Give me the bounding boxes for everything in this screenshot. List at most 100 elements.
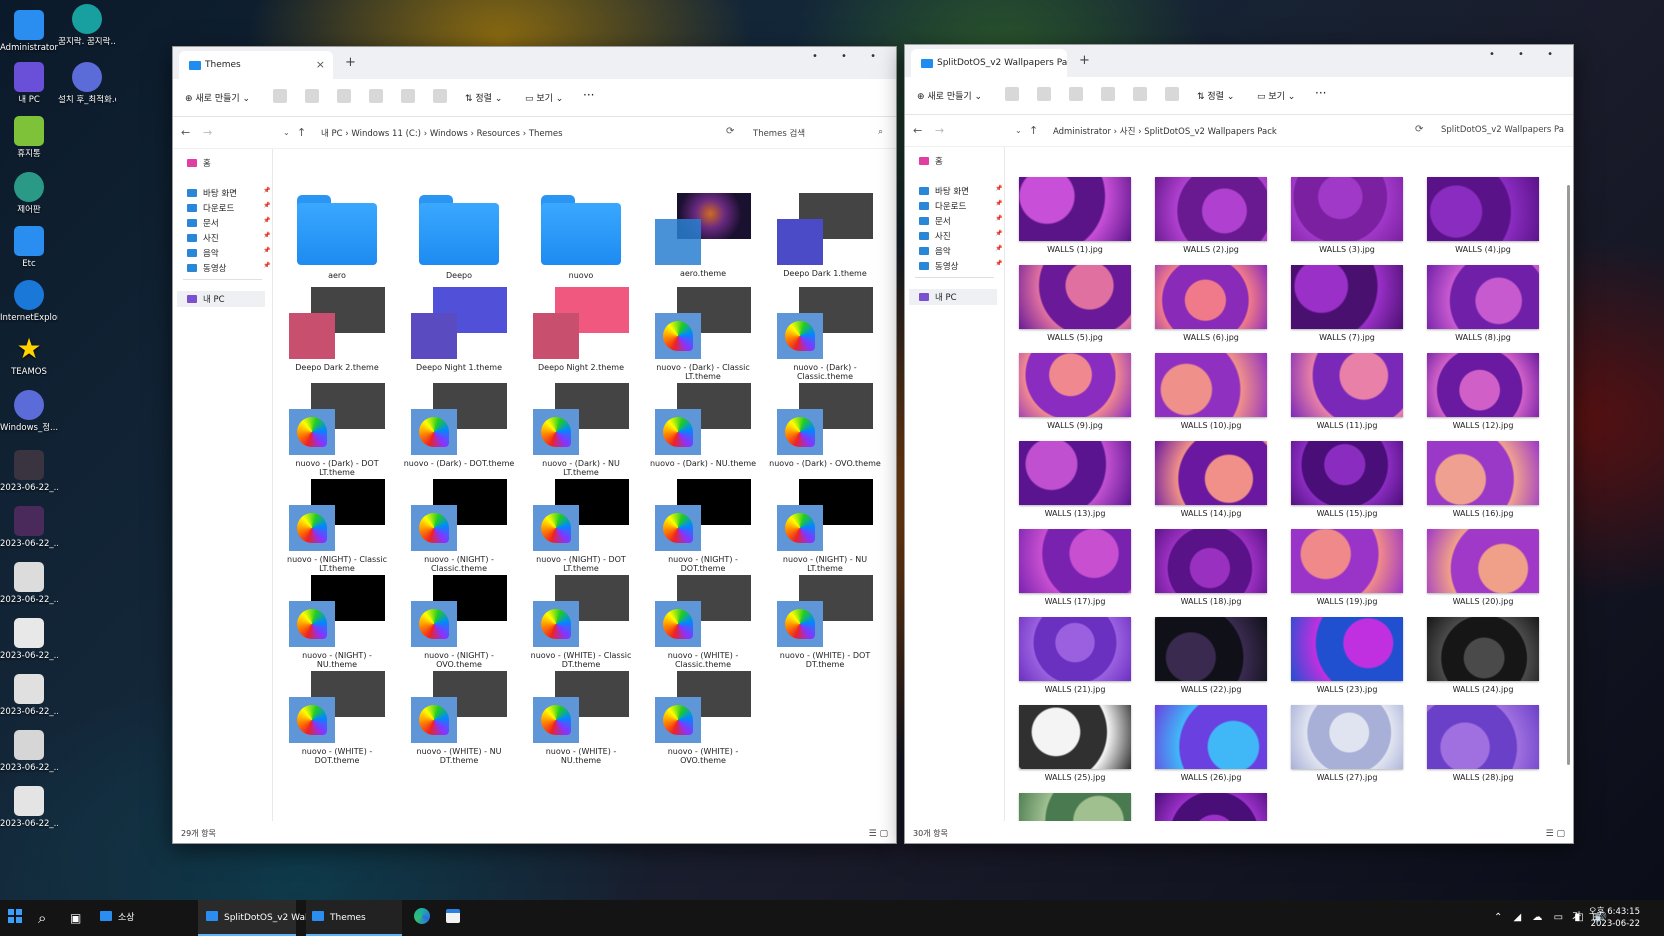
view-button[interactable]: ▭ 보기 ⌄: [525, 91, 563, 104]
theme-file-item[interactable]: nuovo - (Dark) - NU LT.theme: [525, 383, 637, 477]
desktop-icon[interactable]: InternetExplor...: [0, 280, 58, 323]
close-tab-icon[interactable]: ×: [316, 58, 325, 71]
image-file-item[interactable]: WALLS (7).jpg: [1289, 265, 1405, 342]
up-icon[interactable]: ↑: [1029, 124, 1038, 137]
desktop-icon[interactable]: Administrator: [0, 10, 58, 53]
tab-wallpapers[interactable]: SplitDotOS_v2 Wallpapers Pac: [911, 49, 1067, 77]
theme-file-item[interactable]: nuovo - (Dark) - Classic.theme: [769, 287, 881, 381]
share-icon[interactable]: [401, 89, 415, 103]
theme-file-item[interactable]: Deepo Dark 1.theme: [769, 193, 881, 278]
store-icon[interactable]: [446, 900, 460, 936]
search-icon[interactable]: ⌕: [38, 900, 46, 936]
desktop-icon[interactable]: 내 PC: [0, 62, 58, 105]
desktop-icon[interactable]: 휴지통: [0, 116, 58, 159]
theme-file-item[interactable]: nuovo - (WHITE) - OVO.theme: [647, 671, 759, 765]
desktop-icon[interactable]: 2023-06-22_...: [0, 450, 58, 493]
image-file-item[interactable]: WALLS (23).jpg: [1289, 617, 1405, 694]
theme-file-item[interactable]: nuovo - (NIGHT) - DOT LT.theme: [525, 479, 637, 573]
theme-file-item[interactable]: Deepo Night 1.theme: [403, 287, 515, 372]
new-button[interactable]: ⊕ 새로 만들기 ⌄: [917, 89, 982, 102]
sidebar-item[interactable]: 동영상 📌: [187, 262, 270, 274]
theme-file-item[interactable]: nuovo - (Dark) - DOT LT.theme: [281, 383, 393, 477]
image-file-item[interactable]: WALLS (12).jpg: [1425, 353, 1541, 430]
theme-file-item[interactable]: nuovo - (WHITE) - NU.theme: [525, 671, 637, 765]
rename-icon[interactable]: [369, 89, 383, 103]
breadcrumb-item[interactable]: 사진: [1120, 127, 1136, 137]
theme-file-item[interactable]: nuovo - (Dark) - DOT.theme: [403, 383, 515, 468]
sidebar-item[interactable]: 문서 📌: [187, 217, 270, 229]
theme-file-item[interactable]: Deepo Night 2.theme: [525, 287, 637, 372]
back-icon[interactable]: ←: [181, 126, 190, 139]
image-file-item[interactable]: WALLS (1).jpg: [1017, 177, 1133, 254]
sidebar-item[interactable]: 내 PC: [177, 291, 265, 307]
view-button[interactable]: ▭ 보기 ⌄: [1257, 89, 1295, 102]
search-input[interactable]: Themes 검색 ⌕: [753, 127, 883, 139]
clock[interactable]: 오후 6:43:15 2023-06-22: [1589, 906, 1640, 930]
vertical-scrollbar[interactable]: [1567, 185, 1570, 765]
back-icon[interactable]: ←: [913, 124, 922, 137]
breadcrumb-item[interactable]: Windows 11 (C:): [351, 129, 421, 139]
image-file-item[interactable]: WALLS (5).jpg: [1017, 265, 1133, 342]
image-file-item[interactable]: WALLS (22).jpg: [1153, 617, 1269, 694]
window-controls[interactable]: • • •: [1489, 49, 1563, 60]
folder-item[interactable]: nuovo: [525, 193, 637, 280]
theme-file-item[interactable]: nuovo - (WHITE) - DOT.theme: [281, 671, 393, 765]
breadcrumb-item[interactable]: Windows: [430, 129, 468, 139]
desktop-icon[interactable]: 제어판: [0, 172, 58, 215]
image-file-item[interactable]: WALLS (9).jpg: [1017, 353, 1133, 430]
taskbar-item-1[interactable]: SplitDotOS_v2 Wall...: [198, 900, 319, 936]
theme-file-item[interactable]: nuovo - (Dark) - OVO.theme: [769, 383, 881, 468]
breadcrumb[interactable]: 내 PC › Windows 11 (C:) › Windows › Resou…: [321, 127, 563, 139]
image-file-item[interactable]: WALLS (30).jpg: [1153, 793, 1269, 821]
image-file-item[interactable]: WALLS (19).jpg: [1289, 529, 1405, 606]
theme-file-item[interactable]: nuovo - (NIGHT) - Classic.theme: [403, 479, 515, 573]
desktop-icon[interactable]: 2023-06-22_...: [0, 730, 58, 773]
ime-indicator[interactable]: 가: [1572, 900, 1581, 936]
desktop-icon[interactable]: 2023-06-22_...: [0, 506, 58, 549]
taskbar-item-2[interactable]: Themes: [306, 900, 402, 936]
image-file-item[interactable]: WALLS (2).jpg: [1153, 177, 1269, 254]
image-file-item[interactable]: WALLS (28).jpg: [1425, 705, 1541, 782]
desktop-icon[interactable]: Windows_정...: [0, 390, 58, 433]
sort-button[interactable]: ⇅ 정렬 ⌄: [465, 91, 502, 104]
copy-icon[interactable]: [1037, 87, 1051, 101]
delete-icon[interactable]: [433, 89, 447, 103]
breadcrumb[interactable]: Administrator › 사진 › SplitDotOS_v2 Wallp…: [1053, 125, 1277, 137]
start-button[interactable]: [8, 900, 30, 936]
refresh-icon[interactable]: ⟳: [1415, 124, 1423, 135]
sidebar-item[interactable]: 내 PC: [909, 289, 997, 305]
breadcrumb-item[interactable]: 내 PC: [321, 129, 343, 139]
image-file-item[interactable]: WALLS (15).jpg: [1289, 441, 1405, 518]
theme-file-item[interactable]: nuovo - (WHITE) - Classic.theme: [647, 575, 759, 669]
desktop-icon[interactable]: 꿈지락. 꿈지락..: [58, 4, 116, 47]
image-file-item[interactable]: WALLS (20).jpg: [1425, 529, 1541, 606]
theme-file-item[interactable]: nuovo - (WHITE) - DOT DT.theme: [769, 575, 881, 669]
theme-file-item[interactable]: aero.theme: [647, 193, 759, 278]
sidebar-item[interactable]: 다운로드 📌: [187, 202, 270, 214]
sidebar-item[interactable]: 홈: [919, 155, 943, 167]
breadcrumb-item[interactable]: SplitDotOS_v2 Wallpapers Pack: [1144, 127, 1277, 137]
more-options-button[interactable]: ···: [1315, 86, 1326, 100]
sidebar-item[interactable]: 다운로드 📌: [919, 200, 1002, 212]
new-tab-icon[interactable]: +: [1079, 53, 1090, 68]
sort-button[interactable]: ⇅ 정렬 ⌄: [1197, 89, 1234, 102]
theme-file-item[interactable]: Deepo Dark 2.theme: [281, 287, 393, 372]
sidebar-item[interactable]: 바탕 화면 📌: [187, 187, 270, 199]
image-file-item[interactable]: WALLS (3).jpg: [1289, 177, 1405, 254]
sidebar-item[interactable]: 음악 📌: [187, 247, 270, 259]
edge-icon[interactable]: [414, 900, 430, 936]
image-file-item[interactable]: WALLS (29).jpg: [1017, 793, 1133, 821]
desktop-icon[interactable]: 2023-06-22_...: [0, 786, 58, 829]
image-file-item[interactable]: WALLS (6).jpg: [1153, 265, 1269, 342]
desktop-icon[interactable]: 2023-06-22_...: [0, 618, 58, 661]
image-file-item[interactable]: WALLS (11).jpg: [1289, 353, 1405, 430]
theme-file-item[interactable]: nuovo - (Dark) - NU.theme: [647, 383, 759, 468]
theme-file-item[interactable]: nuovo - (NIGHT) - OVO.theme: [403, 575, 515, 669]
task-view-icon[interactable]: ▣: [70, 900, 81, 936]
image-file-item[interactable]: WALLS (10).jpg: [1153, 353, 1269, 430]
breadcrumb-item[interactable]: Themes: [529, 129, 563, 139]
image-file-item[interactable]: WALLS (14).jpg: [1153, 441, 1269, 518]
refresh-icon[interactable]: ⟳: [726, 126, 734, 137]
sidebar-item[interactable]: 음악 📌: [919, 245, 1002, 257]
paste-icon[interactable]: [337, 89, 351, 103]
